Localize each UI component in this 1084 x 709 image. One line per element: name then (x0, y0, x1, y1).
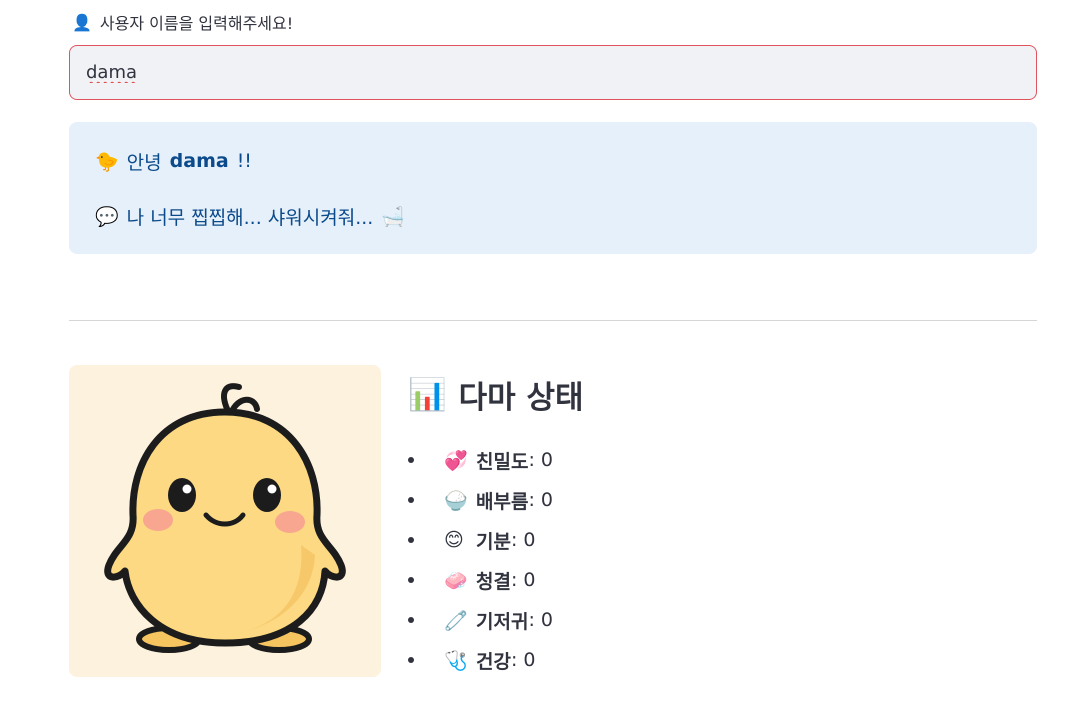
username-label: 👤 사용자 이름을 입력해주세요! (72, 10, 293, 34)
status-item-fullness: 🍚 배부름 : 0 (408, 480, 553, 520)
status-item-intimacy: 💞 친밀도 : 0 (408, 440, 553, 480)
status-item-health: 🩺 건강 : 0 (408, 640, 553, 680)
speech-bubble-icon: 💬 (95, 205, 119, 228)
list-bullet (408, 537, 414, 543)
info-message-box: 🐤 안녕 dama !! 💬 나 너무 찝찝해... 샤워시켜줘... 🛁 (69, 122, 1037, 254)
bar-chart-icon: 📊 (408, 377, 447, 413)
status-value: : 0 (528, 609, 553, 631)
status-label: 배부름 (476, 490, 529, 513)
status-label: 기분 (476, 530, 511, 553)
status-item-diaper: 🧷 기저귀 : 0 (408, 600, 553, 640)
stethoscope-icon: 🩺 (444, 649, 468, 672)
list-bullet (408, 497, 414, 503)
soap-icon: 🧼 (444, 569, 468, 592)
greeting-line: 🐤 안녕 dama !! (95, 146, 1011, 176)
greeting-prefix: 안녕 (126, 151, 162, 174)
bathtub-icon: 🛁 (381, 205, 405, 228)
status-title-text: 다마 상태 (458, 380, 584, 416)
greeting-suffix: !! (236, 150, 252, 172)
message-line: 💬 나 너무 찝찝해... 샤워시켜줘... 🛁 (95, 201, 1011, 231)
status-label: 건강 (476, 650, 511, 673)
status-label: 기저귀 (476, 610, 529, 633)
list-bullet (408, 657, 414, 663)
pet-message: 나 너무 찝찝해... 샤워시켜줘... (126, 206, 374, 229)
status-value: : 0 (528, 449, 553, 471)
status-list: 💞 친밀도 : 0 🍚 배부름 : 0 😊 기분 : 0 🧼 청결 : 0 🧷 … (408, 440, 553, 680)
smile-icon: 😊 (444, 529, 464, 551)
status-value: : 0 (510, 649, 536, 671)
username-input[interactable] (69, 45, 1037, 100)
greeting-name: dama (169, 150, 229, 172)
pet-avatar (69, 365, 381, 677)
safety-pin-icon: 🧷 (444, 609, 468, 632)
divider (69, 320, 1037, 321)
user-icon: 👤 (72, 12, 92, 32)
status-value: : 0 (510, 569, 536, 591)
list-bullet (408, 577, 414, 583)
status-label: 친밀도 (476, 450, 529, 473)
list-bullet (408, 617, 414, 623)
page: 👤 사용자 이름을 입력해주세요! 🐤 안녕 dama !! 💬 나 너무 찝찝… (0, 0, 1084, 709)
rice-bowl-icon: 🍚 (444, 489, 468, 512)
status-value: : 0 (510, 529, 536, 551)
list-bullet (408, 457, 414, 463)
chick-character-icon (104, 383, 346, 653)
status-item-cleanliness: 🧼 청결 : 0 (408, 560, 553, 600)
status-item-mood: 😊 기분 : 0 (408, 520, 553, 560)
status-value: : 0 (528, 489, 553, 511)
status-title: 📊 다마 상태 (408, 372, 583, 417)
chick-icon: 🐤 (95, 150, 119, 173)
username-label-text: 사용자 이름을 입력해주세요! (99, 14, 294, 33)
hearts-icon: 💞 (444, 449, 468, 472)
status-label: 청결 (476, 570, 511, 593)
